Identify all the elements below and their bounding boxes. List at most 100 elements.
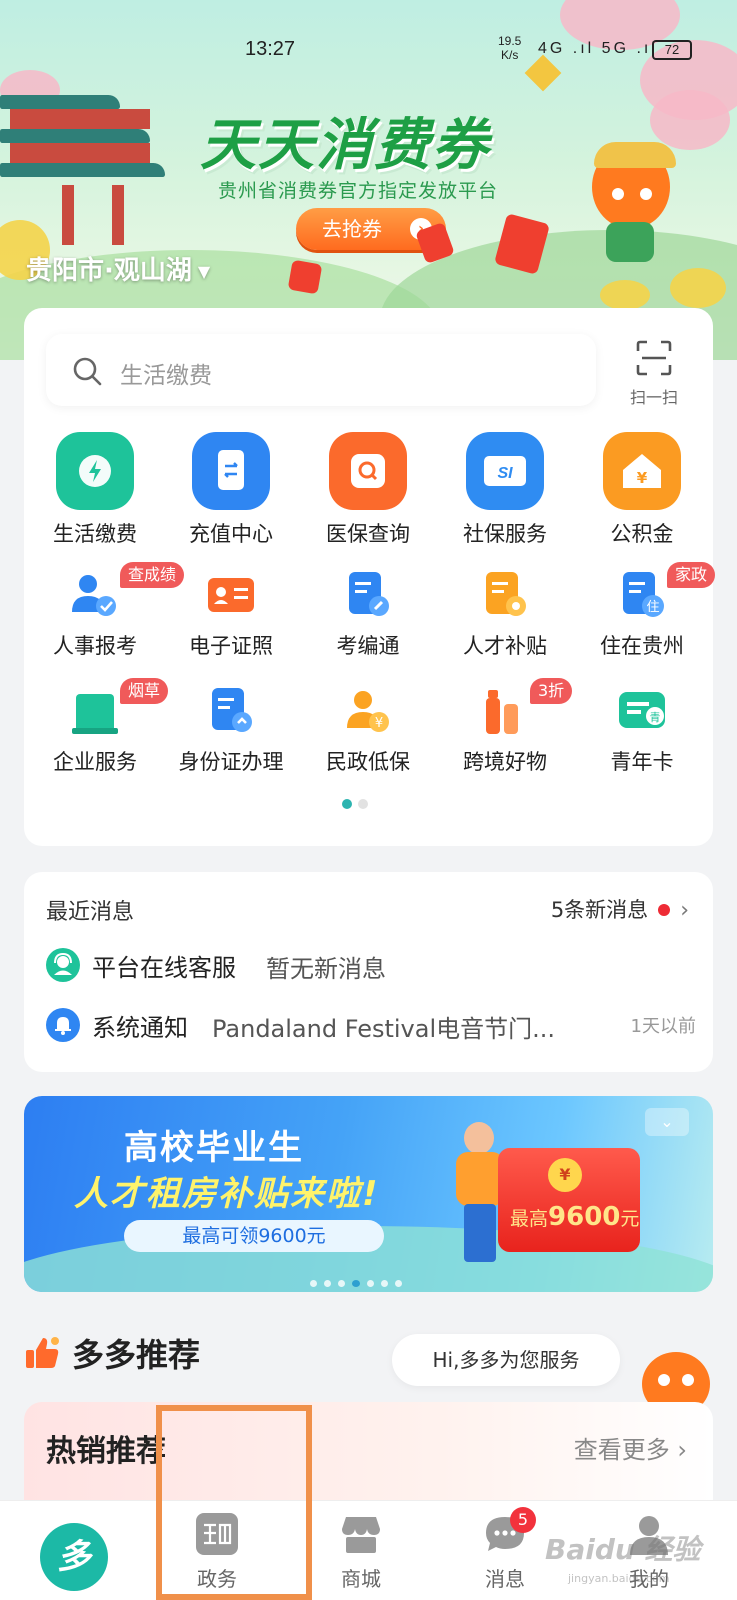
service-label: 人才补贴	[463, 634, 547, 658]
envelope-suffix: 元	[620, 1208, 640, 1230]
service-label: 企业服务	[53, 750, 137, 774]
assistant-greeting[interactable]: Hi,多多为您服务	[392, 1334, 620, 1386]
service-live-guizhou[interactable]: 住 家政 住在贵州	[573, 560, 716, 660]
service-e-license[interactable]: 电子证照	[162, 560, 300, 660]
service-label: 生活缴费	[53, 522, 137, 546]
search-input[interactable]: 生活缴费	[46, 334, 596, 406]
service-civil-welfare[interactable]: ¥ 民政低保	[299, 676, 437, 776]
badge-tobacco: 烟草	[120, 678, 169, 704]
carousel-dot[interactable]	[367, 1280, 374, 1287]
thumbs-up-icon	[24, 1336, 60, 1370]
person-illustration	[464, 1122, 494, 1154]
service-civil-exam[interactable]: 考编通	[299, 560, 437, 660]
badge-discount: 3折	[530, 678, 573, 704]
status-bar: 13:27 19.5 K/s 4G .ıl 5G .ıl 72	[0, 34, 737, 66]
carousel-dot[interactable]	[324, 1280, 331, 1287]
phone-recharge-icon	[192, 432, 270, 510]
talent-subsidy-icon	[478, 568, 532, 622]
message-time: 1天以前	[630, 1016, 696, 1037]
unread-badge: 5	[510, 1507, 536, 1533]
hot-sales-title: 热销推荐	[46, 1434, 166, 1469]
service-personnel-exam[interactable]: 查成绩 人事报考	[26, 560, 185, 660]
new-messages-link[interactable]: 5条新消息 ›	[551, 894, 689, 924]
pavilion-illustration	[0, 95, 170, 245]
city-name: 贵阳市·观山湖	[26, 256, 192, 286]
carousel-dot[interactable]	[310, 1280, 317, 1287]
government-icon	[196, 1513, 238, 1555]
scan-button[interactable]: 扫一扫	[622, 338, 686, 408]
person-illustration	[464, 1204, 496, 1262]
battery-icon: 72	[652, 40, 692, 60]
service-recharge-center[interactable]: 充值中心	[162, 432, 300, 548]
carousel-dot[interactable]	[338, 1280, 345, 1287]
service-label: 公积金	[610, 522, 674, 546]
service-social-security[interactable]: SI 社保服务	[436, 432, 574, 548]
message-row[interactable]: 平台在线客服 暂无新消息	[46, 946, 696, 986]
message-sender: 系统通知	[92, 1014, 188, 1042]
home-tab[interactable]: 多	[40, 1523, 108, 1591]
civil-welfare-glyph: ¥	[375, 716, 383, 731]
red-packet-decoration	[287, 259, 323, 295]
social-security-icon: SI	[466, 432, 544, 510]
service-housing-fund[interactable]: ¥ 公积金	[573, 432, 711, 548]
enterprise-icon: 烟草	[68, 678, 169, 738]
svg-text:SI: SI	[497, 465, 513, 482]
bolt-icon	[56, 432, 134, 510]
envelope-amount: 9600	[548, 1202, 621, 1232]
service-life-payment[interactable]: 生活缴费	[26, 432, 164, 548]
youth-card-icon: 青	[615, 684, 669, 738]
blossom-decoration	[650, 90, 730, 150]
banner-title: 天天消费券	[200, 113, 490, 176]
carousel-dot[interactable]	[352, 1280, 360, 1287]
service-enterprise[interactable]: 烟草 企业服务	[26, 676, 169, 776]
flower-decoration	[670, 268, 726, 308]
view-more-link[interactable]: 查看更多 ›	[574, 1430, 687, 1465]
civil-exam-icon	[341, 568, 395, 622]
service-label: 民政低保	[326, 750, 410, 774]
promo-banner[interactable]: 高校毕业生 人才租房补贴来啦! 最高可领9600元 ¥ 最高9600元 ⌄	[24, 1096, 713, 1292]
page-dot[interactable]	[342, 799, 352, 809]
city-selector[interactable]: 贵阳市·观山湖 ▼	[26, 250, 210, 287]
service-youth-card[interactable]: 青 青年卡	[573, 676, 711, 776]
banner-subtitle: 贵州省消费券官方指定发放平台	[218, 180, 499, 202]
grab-coupon-label: 去抢券	[322, 217, 382, 241]
service-label: 充值中心	[189, 522, 273, 546]
service-id-card[interactable]: 身份证办理	[162, 676, 300, 776]
youth-card-glyph: 青	[650, 711, 661, 724]
network-speed: 19.5 K/s	[498, 34, 521, 62]
mascot-eye	[640, 188, 652, 200]
recommend-heading: 多多推荐	[24, 1330, 200, 1376]
svg-text:¥: ¥	[637, 469, 648, 487]
tab-government[interactable]: 政务	[172, 1511, 262, 1592]
mascot-eye	[612, 188, 624, 200]
carousel-dot[interactable]	[395, 1280, 402, 1287]
caret-down-icon: ▼	[197, 262, 211, 281]
housing-fund-icon: ¥	[603, 432, 681, 510]
service-label: 住在贵州	[600, 634, 684, 658]
tab-mall[interactable]: 商城	[316, 1511, 406, 1592]
service-label: 医保查询	[326, 522, 410, 546]
page-dot[interactable]	[358, 799, 368, 809]
service-cross-border[interactable]: 3折 跨境好物	[436, 676, 574, 776]
promo-subheadline: 人才租房补贴来啦!	[74, 1174, 380, 1214]
hero-banner[interactable]: 13:27 19.5 K/s 4G .ıl 5G .ıl 72 天天消费券 贵州…	[0, 0, 737, 360]
medical-search-icon	[329, 432, 407, 510]
view-more-label: 查看更多	[573, 1436, 670, 1464]
message-sender: 平台在线客服	[92, 954, 236, 982]
chevron-right-icon: ›	[677, 1436, 687, 1464]
message-preview: Pandaland Festival电音节门...	[212, 1015, 556, 1043]
carousel-dot[interactable]	[381, 1280, 388, 1287]
collapse-button[interactable]: ⌄	[645, 1108, 689, 1136]
pavilion-column	[112, 185, 124, 245]
cross-border-icon: 3折	[478, 678, 573, 738]
baidu-watermark: Baidu 经验	[545, 1533, 701, 1566]
service-talent-subsidy[interactable]: 人才补贴	[436, 560, 574, 660]
e-license-icon	[204, 568, 258, 622]
tab-label: 政务	[197, 1567, 237, 1591]
red-envelope: ¥ 最高9600元	[498, 1148, 640, 1252]
tab-messages[interactable]: 5 消息	[460, 1507, 550, 1592]
service-medical-insurance[interactable]: 医保查询	[299, 432, 437, 548]
network-speed-unit: K/s	[501, 48, 519, 62]
recent-messages-card[interactable]: 最近消息 5条新消息 › 平台在线客服 暂无新消息 系统通知 Pandaland …	[24, 872, 713, 1072]
message-row[interactable]: 系统通知 Pandaland Festival电音节门... 1天以前	[46, 1006, 696, 1046]
